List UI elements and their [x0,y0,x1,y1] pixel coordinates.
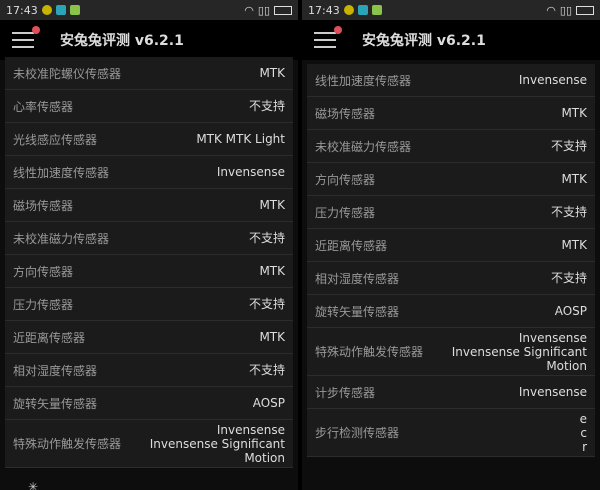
sensor-row[interactable]: 特殊动作触发传感器 Invensense Invensense Significa… [307,328,595,376]
left-screen: 17:43 ◠ ▯▯ 安兔兔评测 v6.2.1 未校准陀螺仪传感器 MTK 心率传感… [0,0,298,490]
sensor-name: 压力传感器 [315,205,376,220]
sensor-row[interactable]: 方向传感器 MTK [5,255,293,288]
sensor-name: 线性加速度传感器 [315,73,412,88]
sensor-name: 心率传感器 [13,99,74,114]
wifi-icon: ◠ [546,3,556,17]
sensor-list[interactable]: 未校准陀螺仪传感器 MTK 心率传感器 不支持 光线感应传感器 MTK MTK Light… [5,57,293,468]
sensor-value: e c r [579,411,587,454]
sensor-row[interactable]: 相对湿度传感器 不支持 [5,354,293,387]
battery-icon [274,5,292,15]
sensor-name: 方向传感器 [315,172,376,187]
sensor-name: 未校准陀螺仪传感器 [13,66,122,81]
sensor-name: 光线感应传感器 [13,132,98,147]
sensor-value: 不支持 [550,271,587,285]
sensor-row[interactable]: 方向传感器 MTK [307,163,595,196]
app-header: 安兔兔评测 v6.2.1 [0,20,298,60]
sensor-value: MTK [561,106,587,120]
notification-icon [41,5,52,15]
menu-button[interactable] [314,26,342,48]
sensor-value: MTK [259,264,285,278]
sensor-name: 旋转矢量传感器 [315,304,400,319]
sensor-row[interactable]: 压力传感器 不支持 [307,196,595,229]
sensor-row[interactable]: 旋转矢量传感器 AOSP [307,295,595,328]
sensor-name: 特殊动作触发传感器 [13,437,122,451]
sensor-name: 近距离传感器 [315,238,388,253]
sensor-value: Invensense [518,385,587,399]
sensor-name: 特殊动作触发传感器 [315,345,424,359]
sensor-value: MTK [259,198,285,212]
sensor-value: 不支持 [550,205,587,219]
menu-button[interactable] [12,26,40,48]
sensor-row[interactable]: 线性加速度传感器 Invensense [5,156,293,189]
sensor-name: 未校准磁力传感器 [315,139,412,154]
sensor-row[interactable]: 线性加速度传感器 Invensense [307,64,595,97]
sensor-name: 相对湿度传感器 [13,363,98,378]
sensor-row[interactable]: 旋转矢量传感器 AOSP [5,387,293,420]
notification-dot [334,26,342,34]
sensor-row[interactable]: 光线感应传感器 MTK MTK Light [5,123,293,156]
sensor-name: 相对湿度传感器 [315,271,400,286]
sensor-value: AOSP [252,396,285,410]
right-screen: 17:43 ◠ ▯▯ 安兔兔评测 v6.2.1 线性加速度传感器 Invensen… [302,0,600,490]
sensor-list[interactable]: 线性加速度传感器 Invensense 磁场传感器 MTK 未校准磁力传感器 不支持 方向传… [307,64,595,457]
sensor-row[interactable]: 磁场传感器 MTK [5,189,293,222]
sensor-value: 不支持 [248,231,285,245]
sensor-row[interactable]: 近距离传感器 MTK [307,229,595,262]
status-bar: 17:43 ◠ ▯▯ [0,0,298,20]
sensor-name: 步行检测传感器 [315,426,400,440]
sensor-name: 未校准磁力传感器 [13,231,110,246]
sim-icon: ▯▯ [257,3,270,17]
app-title: 安兔兔评测 v6.2.1 [60,33,184,49]
notification-icon [357,5,368,15]
sensor-value: Invensense Invensense Significant Motion [451,330,587,373]
sensor-name: 磁场传感器 [315,106,376,121]
notification-icon [371,5,382,15]
sensor-value: MTK [259,66,285,80]
sim-icon: ▯▯ [559,3,572,17]
status-bar: 17:43 ◠ ▯▯ [302,0,600,20]
wifi-icon: ◠ [244,3,254,17]
sensor-value: 不支持 [248,363,285,377]
sensor-row[interactable]: 心率传感器 不支持 [5,90,293,123]
status-time: 17:43 [308,3,340,17]
sensor-row[interactable]: 步行检测传感器 e c r [307,409,595,457]
sensor-value: Invensense Invensense Significant Motion [149,422,285,465]
notification-icon [343,5,354,15]
notification-dot [32,26,40,34]
sensor-row[interactable]: 未校准磁力传感器 不支持 [5,222,293,255]
app-title: 安兔兔评测 v6.2.1 [362,33,486,49]
sensor-row[interactable]: 压力传感器 不支持 [5,288,293,321]
notification-icon [55,5,66,15]
sensor-value: Invensense [518,73,587,87]
sensor-row[interactable]: 特殊动作触发传感器 Invensense Invensense Significa… [5,420,293,468]
sensor-value: AOSP [554,304,587,318]
sensor-value: MTK [561,238,587,252]
sensor-value: 不支持 [248,297,285,311]
sensor-value: MTK [561,172,587,186]
sensor-row[interactable]: 计步传感器 Invensense [307,376,595,409]
sensor-name: 压力传感器 [13,297,74,312]
sensor-value: Invensense [216,165,285,179]
loading-spinner-icon: ✳ [28,480,39,490]
sensor-name: 计步传感器 [315,385,376,400]
sensor-value: MTK [259,330,285,344]
sensor-name: 近距离传感器 [13,330,86,345]
app-header: 安兔兔评测 v6.2.1 [302,20,600,60]
sensor-name: 旋转矢量传感器 [13,396,98,411]
sensor-row[interactable]: 近距离传感器 MTK [5,321,293,354]
sensor-value: 不支持 [248,99,285,113]
sensor-row[interactable]: 未校准陀螺仪传感器 MTK [5,57,293,90]
sensor-row[interactable]: 未校准磁力传感器 不支持 [307,130,595,163]
notification-icon [69,5,80,15]
sensor-name: 磁场传感器 [13,198,74,213]
status-time: 17:43 [6,3,38,17]
sensor-name: 方向传感器 [13,264,74,279]
sensor-row[interactable]: 相对湿度传感器 不支持 [307,262,595,295]
sensor-value: MTK MTK Light [196,132,285,146]
sensor-row[interactable]: 磁场传感器 MTK [307,97,595,130]
sensor-name: 线性加速度传感器 [13,165,110,180]
battery-icon [576,5,594,15]
sensor-value: 不支持 [550,139,587,153]
